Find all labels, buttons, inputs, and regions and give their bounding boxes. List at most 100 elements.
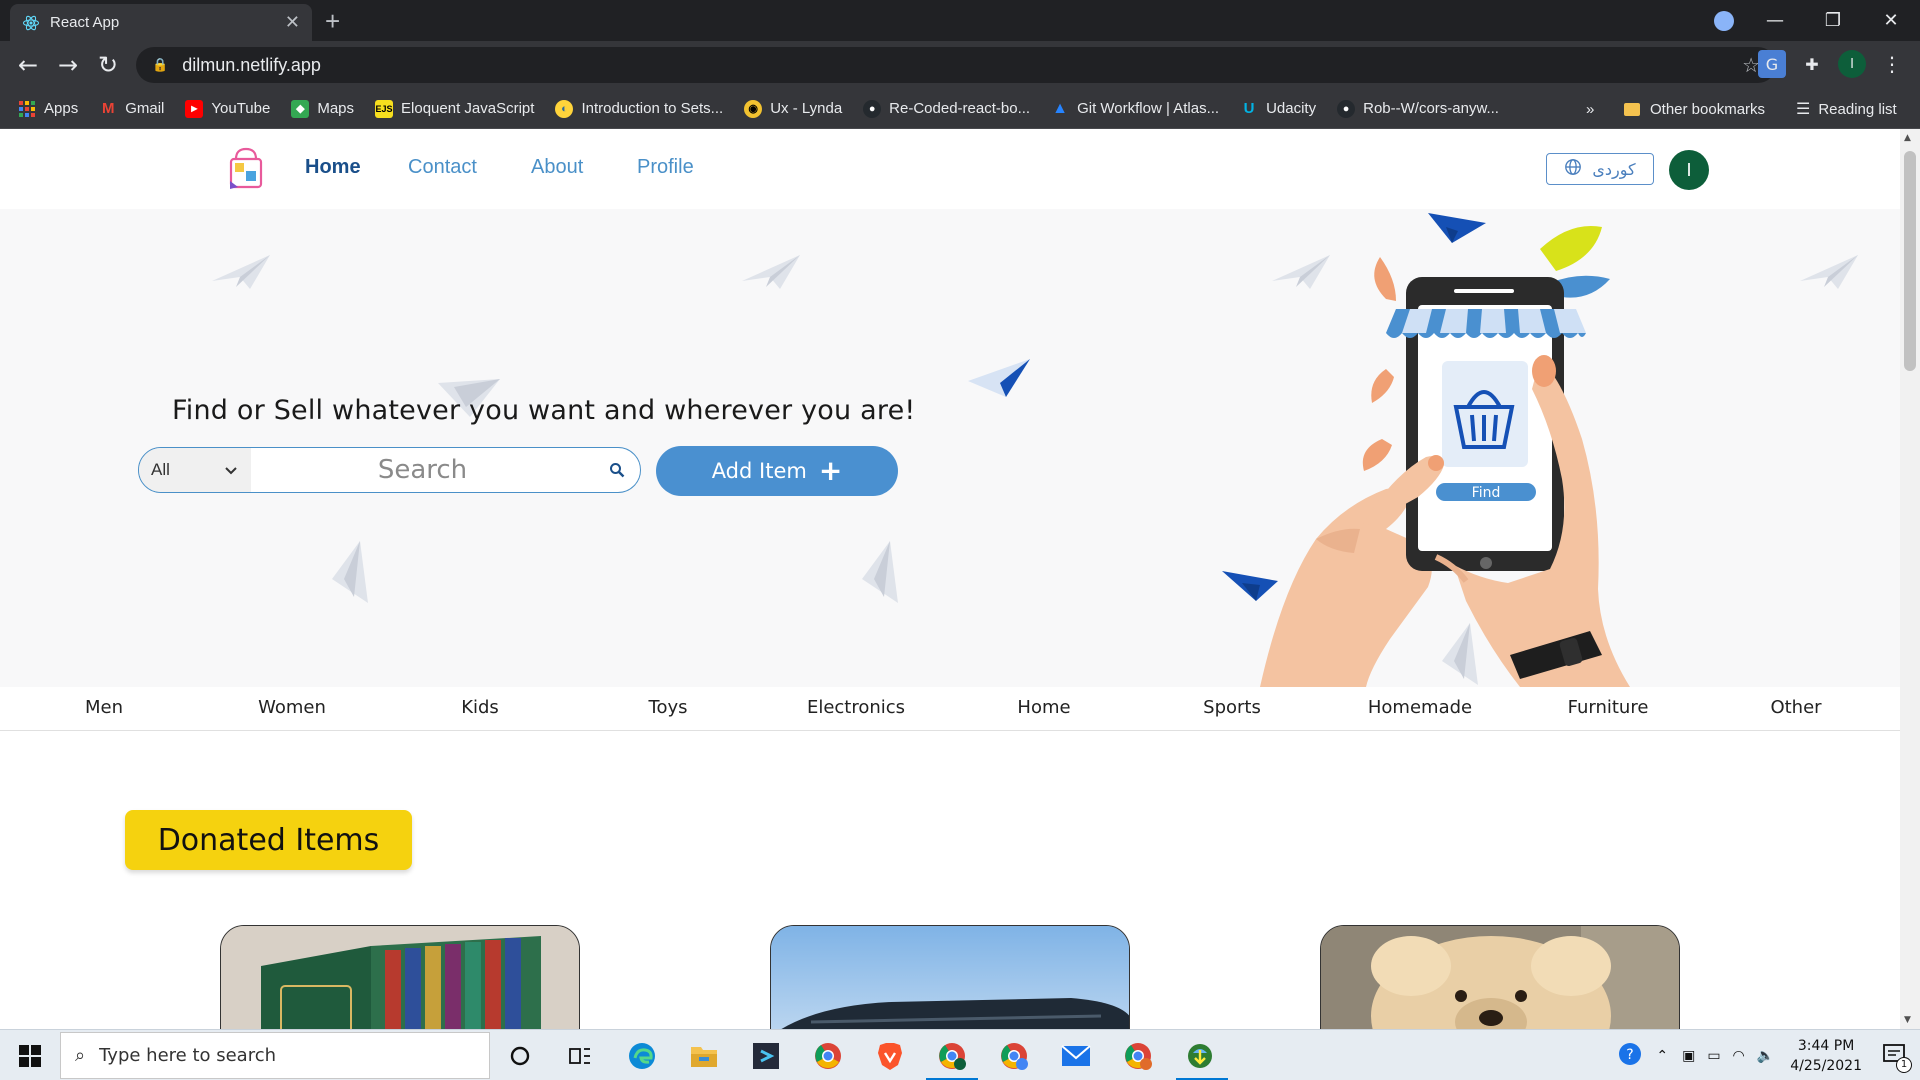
category-other[interactable]: Other bbox=[1770, 697, 1821, 718]
reading-list-button[interactable]: ☰ Reading list bbox=[1796, 89, 1897, 129]
search-input[interactable]: Search bbox=[251, 455, 594, 485]
bookmark-git-workflow[interactable]: ▲ Git Workflow | Atlas... bbox=[1051, 100, 1219, 118]
shopping-phone-illustration: Find bbox=[1222, 213, 1630, 687]
language-switch-button[interactable]: كوردی bbox=[1546, 153, 1654, 185]
bookmark-eloquent-js[interactable]: EJS Eloquent JavaScript bbox=[375, 99, 534, 118]
other-bookmarks-folder[interactable]: Other bookmarks bbox=[1624, 89, 1765, 129]
bookmark-apps[interactable]: Apps bbox=[18, 100, 78, 118]
paper-plane-icon bbox=[212, 255, 270, 289]
clock-date: 4/25/2021 bbox=[1790, 1057, 1862, 1074]
bookmark-gmail[interactable]: M Gmail bbox=[99, 100, 164, 118]
search-icon[interactable] bbox=[594, 462, 640, 478]
show-hidden-icons-chevron-icon[interactable]: ⌃ bbox=[1656, 1048, 1668, 1064]
chrome-profile-icon[interactable] bbox=[934, 1038, 970, 1074]
chrome-profile-3-icon[interactable] bbox=[1120, 1038, 1156, 1074]
task-view-icon[interactable] bbox=[562, 1038, 598, 1074]
address-bar[interactable]: 🔒 dilmun.netlify.app ☆ bbox=[136, 47, 1776, 83]
paper-plane-icon bbox=[862, 541, 898, 603]
restore-button[interactable]: ❐ bbox=[1804, 10, 1862, 31]
help-icon[interactable]: ? bbox=[1618, 1042, 1642, 1070]
chrome-icon[interactable] bbox=[810, 1038, 846, 1074]
translate-extension-icon[interactable]: G bbox=[1758, 50, 1786, 78]
bookmark-lynda[interactable]: ◉ Ux - Lynda bbox=[744, 99, 842, 118]
category-toys[interactable]: Toys bbox=[649, 697, 688, 718]
tab-search-icon[interactable] bbox=[1714, 11, 1734, 31]
blue-paper-plane-icon bbox=[968, 359, 1030, 397]
hero-title: Find or Sell whatever you want and where… bbox=[172, 395, 916, 426]
category-kids[interactable]: Kids bbox=[461, 697, 499, 718]
meet-now-icon[interactable]: ▣ bbox=[1682, 1048, 1695, 1064]
paper-plane-icon bbox=[1800, 255, 1858, 289]
category-sports[interactable]: Sports bbox=[1203, 697, 1261, 718]
svg-text:?: ? bbox=[1627, 1047, 1634, 1063]
nav-contact[interactable]: Contact bbox=[408, 156, 477, 179]
chrome-profile-2-icon[interactable] bbox=[996, 1038, 1032, 1074]
github-icon: ● bbox=[1337, 99, 1356, 118]
chevron-down-icon bbox=[225, 460, 237, 480]
brave-browser-icon[interactable] bbox=[872, 1038, 908, 1074]
visual-studio-icon[interactable] bbox=[748, 1038, 784, 1074]
bookmark-label: Re-Coded-react-bo... bbox=[889, 100, 1031, 117]
profile-avatar[interactable]: I bbox=[1838, 50, 1866, 78]
bookmark-maps[interactable]: ◆ Maps bbox=[291, 99, 355, 118]
mail-icon[interactable] bbox=[1058, 1038, 1094, 1074]
browser-tab[interactable]: React App ✕ bbox=[10, 4, 312, 41]
nav-about[interactable]: About bbox=[531, 156, 583, 179]
category-homemade[interactable]: Homemade bbox=[1368, 697, 1472, 718]
scroll-down-arrow-icon[interactable]: ▼ bbox=[1904, 1015, 1911, 1025]
category-women[interactable]: Women bbox=[258, 697, 326, 718]
bookmark-label: Maps bbox=[317, 100, 355, 117]
user-avatar[interactable]: I bbox=[1669, 150, 1709, 190]
tab-close-icon[interactable]: ✕ bbox=[285, 12, 300, 33]
scroll-up-arrow-icon[interactable]: ▲ bbox=[1904, 133, 1911, 143]
scrollbar-thumb[interactable] bbox=[1904, 151, 1916, 371]
download-manager-icon[interactable] bbox=[1182, 1038, 1218, 1074]
maps-icon: ◆ bbox=[291, 99, 310, 118]
reading-list-label: Reading list bbox=[1818, 100, 1897, 118]
notification-center-icon[interactable]: 1 bbox=[1882, 1043, 1912, 1073]
file-explorer-icon[interactable] bbox=[686, 1038, 722, 1074]
wifi-icon[interactable]: ◠ bbox=[1733, 1048, 1745, 1064]
shopping-bag-logo-icon[interactable] bbox=[226, 147, 266, 191]
python-icon: ◐ bbox=[555, 99, 574, 118]
category-select[interactable]: All bbox=[139, 448, 251, 492]
phone-find-button: Find bbox=[1472, 485, 1501, 501]
bookmark-recoded[interactable]: ● Re-Coded-react-bo... bbox=[863, 99, 1031, 118]
item-card-dog[interactable] bbox=[1320, 925, 1680, 1029]
page-scrollbar[interactable]: ▲ ▼ bbox=[1900, 129, 1920, 1029]
bookmark-sets[interactable]: ◐ Introduction to Sets... bbox=[555, 99, 723, 118]
volume-icon[interactable]: 🔈 bbox=[1757, 1048, 1774, 1064]
bookmark-cors-anywhere[interactable]: ● Rob--W/cors-anyw... bbox=[1337, 99, 1499, 118]
bookmark-udacity[interactable]: U Udacity bbox=[1240, 100, 1316, 118]
taskbar-search-box[interactable]: ⌕ Type here to search bbox=[60, 1032, 490, 1079]
minimize-button[interactable]: — bbox=[1746, 10, 1804, 31]
back-arrow-icon[interactable]: ← bbox=[12, 49, 44, 81]
browser-tab-bar: React App ✕ + — ❐ ✕ bbox=[0, 0, 1920, 41]
bookmark-youtube[interactable]: ▶ YouTube bbox=[185, 99, 270, 118]
item-card-car[interactable] bbox=[770, 925, 1130, 1029]
url-text: dilmun.netlify.app bbox=[182, 54, 321, 75]
nav-home[interactable]: Home bbox=[305, 156, 361, 179]
category-electronics[interactable]: Electronics bbox=[807, 697, 905, 718]
windows-start-button[interactable] bbox=[0, 1030, 60, 1080]
category-men[interactable]: Men bbox=[85, 697, 123, 718]
bookmarks-overflow-button[interactable]: » bbox=[1586, 89, 1594, 129]
battery-icon[interactable]: ▭ bbox=[1707, 1048, 1720, 1064]
close-window-button[interactable]: ✕ bbox=[1862, 10, 1920, 31]
cortana-icon[interactable] bbox=[502, 1038, 538, 1074]
edge-browser-icon[interactable] bbox=[624, 1038, 660, 1074]
item-card-books[interactable] bbox=[220, 925, 580, 1029]
windows-taskbar: ⌕ Type here to search ? ⌃ ▣ ▭ ◠ 🔈 3:44 P… bbox=[0, 1029, 1920, 1080]
add-item-button[interactable]: Add Item + bbox=[656, 446, 898, 496]
menu-kebab-icon[interactable]: ⋮ bbox=[1878, 50, 1906, 78]
category-furniture[interactable]: Furniture bbox=[1568, 697, 1649, 718]
forward-arrow-icon[interactable]: → bbox=[52, 49, 84, 81]
bookmarks-bar: Apps M Gmail ▶ YouTube ◆ Maps EJS Eloque… bbox=[0, 89, 1920, 129]
new-tab-button[interactable]: + bbox=[325, 6, 340, 37]
reload-icon[interactable]: ↻ bbox=[92, 49, 124, 81]
bookmark-label: Apps bbox=[44, 100, 79, 117]
extensions-puzzle-icon[interactable]: ✚ bbox=[1798, 50, 1826, 78]
category-home[interactable]: Home bbox=[1017, 697, 1070, 718]
clock[interactable]: 3:44 PM 4/25/2021 bbox=[1790, 1036, 1862, 1076]
nav-profile[interactable]: Profile bbox=[637, 156, 694, 179]
